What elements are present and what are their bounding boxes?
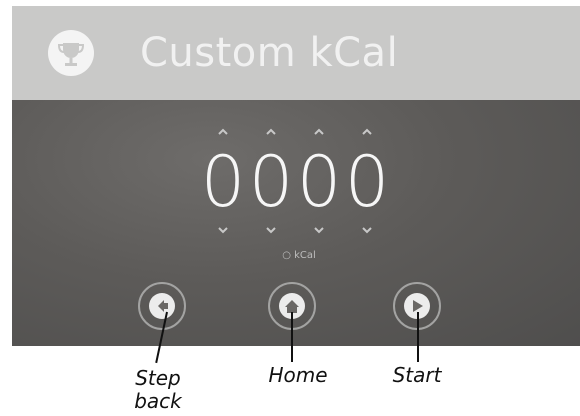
- step-back-callout: Step back: [134, 366, 182, 413]
- decrement-digit-4-icon[interactable]: [356, 222, 378, 238]
- digit-column: 0: [344, 124, 390, 244]
- decrement-digit-2-icon[interactable]: [260, 222, 282, 238]
- home-callout-line: [291, 312, 293, 362]
- step-back-button[interactable]: [138, 282, 186, 330]
- digit-4: 0: [344, 141, 390, 223]
- decrement-digit-3-icon[interactable]: [308, 222, 330, 238]
- digit-1: 0: [200, 141, 246, 223]
- device-screen: Custom kCal 0 0 0 0 ○ kCal: [12, 6, 580, 346]
- digit-column: 0: [296, 124, 342, 244]
- decrement-digit-1-icon[interactable]: [212, 222, 234, 238]
- unit-text: kCal: [294, 250, 316, 261]
- digit-3: 0: [296, 141, 342, 223]
- increment-digit-1-icon[interactable]: [212, 124, 234, 140]
- unit-label: ○ kCal: [274, 250, 324, 261]
- increment-digit-3-icon[interactable]: [308, 124, 330, 140]
- digit-column: 0: [248, 124, 294, 244]
- trophy-icon: [48, 30, 94, 76]
- home-callout: Home: [268, 363, 328, 387]
- flame-icon: ○: [282, 250, 291, 261]
- page-title: Custom kCal: [140, 30, 399, 76]
- start-callout: Start: [392, 363, 442, 387]
- digit-2: 0: [248, 141, 294, 223]
- start-callout-line: [417, 312, 419, 362]
- increment-digit-4-icon[interactable]: [356, 124, 378, 140]
- increment-digit-2-icon[interactable]: [260, 124, 282, 140]
- digit-column: 0: [200, 124, 246, 244]
- header-bar: Custom kCal: [12, 6, 580, 100]
- kcal-digit-selector: 0 0 0 0: [200, 124, 390, 244]
